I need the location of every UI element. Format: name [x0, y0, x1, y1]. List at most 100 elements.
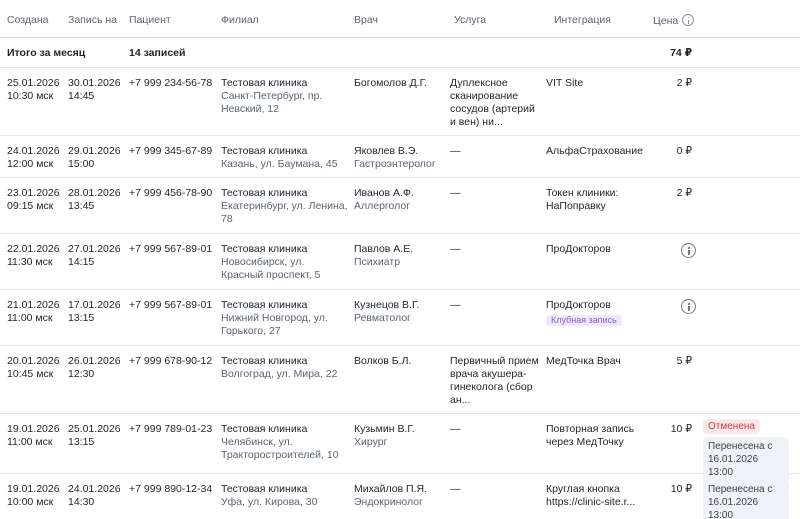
service-name: —	[450, 299, 461, 311]
patient-phone[interactable]: +7 999 789-01-23	[129, 423, 219, 436]
clinic-name: Тестовая клиника	[221, 77, 308, 89]
doctor-specialty: Эндокринолог	[354, 496, 423, 508]
created-date: 22.01.2026	[7, 243, 60, 255]
table-row[interactable]: 19.01.2026 11:00 мск 25.01.2026 13:15 +7…	[0, 414, 800, 482]
table-row[interactable]: 21.01.2026 11:00 мск 17.01.2026 13:15 +7…	[0, 290, 800, 346]
info-icon[interactable]	[682, 14, 695, 26]
total-label: Итого за месяц	[7, 47, 86, 59]
booked-time: 14:15	[68, 256, 95, 268]
column-created[interactable]: Создана	[7, 14, 49, 26]
patient-phone[interactable]: +7 999 890-12-34	[129, 483, 219, 496]
table-row[interactable]: 20.01.2026 10:45 мск 26.01.2026 12:30 +7…	[0, 346, 800, 414]
price-info-icon[interactable]	[681, 299, 696, 314]
patient-phone[interactable]: +7 999 234-56-78	[129, 77, 219, 90]
booked-date: 28.01.2026	[68, 187, 121, 199]
clinic-address: Екатеринбург, ул. Ленина, 78	[221, 200, 348, 225]
column-service[interactable]: Услуга	[454, 14, 486, 26]
doctor-name: Яковлев В.Э.	[354, 145, 419, 157]
created-date: 19.01.2026	[7, 483, 60, 495]
column-price-label: Цена	[653, 15, 679, 27]
table-row[interactable]: 23.01.2026 09:15 мск 28.01.2026 13:45 +7…	[0, 178, 800, 234]
doctor-name: Волков Б.Л.	[354, 355, 412, 367]
column-price[interactable]: Цена	[653, 14, 695, 27]
doctor-specialty: Психиатр	[354, 256, 401, 268]
clinic-address: Санкт-Петербург, пр. Невский, 12	[221, 90, 323, 115]
booked-date: 30.01.2026	[68, 77, 121, 89]
service-name: —	[450, 145, 461, 157]
created-time: 11:00 мск	[7, 312, 53, 324]
booked-time: 12:30	[68, 368, 95, 380]
table-row[interactable]: 24.01.2026 12:00 мск 29.01.2026 15:00 +7…	[0, 136, 800, 178]
table-row[interactable]: 19.01.2026 10:00 мск 24.01.2026 14:30 +7…	[0, 474, 800, 519]
patient-phone[interactable]: +7 999 567-89-01	[129, 243, 219, 256]
created-date: 23.01.2026	[7, 187, 60, 199]
created-date: 24.01.2026	[7, 145, 60, 157]
booked-date: 26.01.2026	[68, 355, 121, 367]
clinic-address: Волгоград, ул. Мира, 22	[221, 368, 338, 380]
integration-name: ПроДокторов	[546, 299, 611, 311]
booked-time: 14:45	[68, 90, 95, 102]
patient-phone[interactable]: +7 999 678-90-12	[129, 355, 219, 368]
doctor-name: Павлов А.Е.	[354, 243, 414, 255]
status-badge: Отменена	[703, 419, 760, 434]
clinic-name: Тестовая клиника	[221, 355, 308, 367]
column-integration[interactable]: Интеграция	[554, 14, 611, 26]
created-date: 25.01.2026	[7, 77, 60, 89]
clinic-name: Тестовая клиника	[221, 299, 308, 311]
booked-date: 24.01.2026	[68, 483, 121, 495]
table-header: Создана Запись на Пациент Филиал Врач Ус…	[0, 0, 800, 38]
booked-time: 14:30	[68, 496, 95, 508]
patient-phone[interactable]: +7 999 345-67-89	[129, 145, 219, 158]
club-badge: Клубная запись	[546, 315, 622, 326]
clinic-address: Нижний Новгород, ул. Горького, 27	[221, 312, 328, 337]
clinic-name: Тестовая клиника	[221, 145, 308, 157]
column-patient[interactable]: Пациент	[129, 14, 171, 26]
clinic-address: Челябинск, ул. Тракторостроителей, 10	[221, 436, 339, 461]
integration-name: Токен клиники: НаПоправку	[546, 187, 619, 212]
integration-name: ПроДокторов	[546, 243, 611, 255]
patient-phone[interactable]: +7 999 456-78-90	[129, 187, 219, 200]
created-time: 11:00 мск	[7, 436, 53, 448]
clinic-name: Тестовая клиника	[221, 483, 308, 495]
column-branch[interactable]: Филиал	[221, 14, 259, 26]
created-time: 10:45 мск	[7, 368, 54, 380]
booked-time: 13:45	[68, 200, 95, 212]
clinic-address: Казань, ул. Баумана, 45	[221, 158, 338, 170]
booked-time: 13:15	[68, 312, 95, 324]
created-date: 20.01.2026	[7, 355, 60, 367]
created-time: 11:30 мск	[7, 256, 53, 268]
doctor-name: Богомолов Д.Г.	[354, 77, 427, 89]
price-value: 10 ₽	[670, 483, 692, 495]
table-row[interactable]: 25.01.2026 10:30 мск 30.01.2026 14:45 +7…	[0, 68, 800, 136]
created-time: 09:15 мск	[7, 200, 54, 212]
integration-name[interactable]: Круглая кнопка https://clinic-site.r...	[546, 483, 646, 509]
service-name: Дуплексное сканирование сосудов (артерий…	[450, 77, 535, 128]
doctor-specialty: Гастроэнтеролог	[354, 158, 436, 170]
column-doctor[interactable]: Врач	[354, 14, 378, 26]
total-sum: 74 ₽	[670, 47, 692, 59]
total-row: Итого за месяц 14 записей 74 ₽	[0, 38, 800, 68]
price-value: 10 ₽	[670, 423, 692, 435]
integration-name: МедТочка Врач	[546, 355, 621, 367]
integration-name: АльфаСтрахование	[546, 145, 643, 157]
service-name: —	[450, 483, 461, 495]
patient-phone[interactable]: +7 999 567-89-01	[129, 299, 219, 312]
doctor-name: Иванов А.Ф.	[354, 187, 414, 199]
booked-date: 17.01.2026	[68, 299, 121, 311]
price-value: 0 ₽	[676, 145, 692, 157]
price-value: 2 ₽	[676, 187, 692, 199]
clinic-name: Тестовая клиника	[221, 423, 308, 435]
rescheduled-note: Перенесена с 16.01.2026 13:00	[703, 480, 789, 519]
booked-date: 27.01.2026	[68, 243, 121, 255]
table-row[interactable]: 22.01.2026 11:30 мск 27.01.2026 14:15 +7…	[0, 234, 800, 290]
clinic-name: Тестовая клиника	[221, 187, 308, 199]
created-time: 10:00 мск	[7, 496, 54, 508]
price-value: 2 ₽	[676, 77, 692, 89]
column-booked-for[interactable]: Запись на	[68, 14, 117, 26]
service-name: —	[450, 423, 461, 435]
doctor-name: Кузьмин В.Г.	[354, 423, 415, 435]
price-value: 5 ₽	[676, 355, 692, 367]
price-info-icon[interactable]	[681, 243, 696, 258]
doctor-name: Михайлов П.Я.	[354, 483, 427, 495]
total-count: 14 записей	[129, 47, 186, 59]
